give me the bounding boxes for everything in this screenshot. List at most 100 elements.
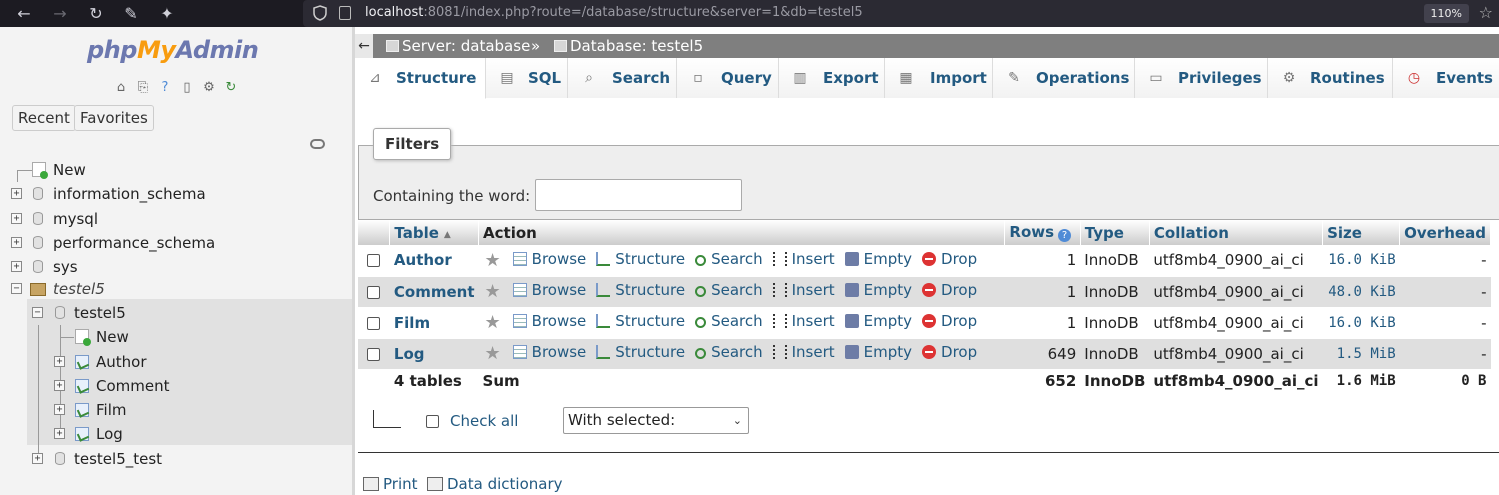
tree-item-db[interactable]: + mysql <box>0 207 350 231</box>
col-type[interactable]: Type <box>1080 220 1150 245</box>
tree-item-table[interactable]: + Comment <box>27 374 352 398</box>
row-checkbox[interactable] <box>367 316 381 330</box>
expand-icon[interactable]: + <box>11 213 22 224</box>
print-link[interactable]: Print <box>363 475 418 493</box>
expand-icon[interactable]: + <box>54 356 65 367</box>
bookmark-star-icon[interactable]: ☆ <box>1479 4 1493 22</box>
tree-item-db[interactable]: + sys <box>0 255 350 279</box>
data-dictionary-link[interactable]: Data dictionary <box>427 475 563 493</box>
tree-item-db[interactable]: + information_schema <box>0 182 350 206</box>
collapse-icon[interactable]: − <box>32 307 43 318</box>
tab-import[interactable]: ▦ Import <box>885 58 993 98</box>
browse-action[interactable]: Browse <box>512 250 586 268</box>
tab-structure[interactable]: ⊿ Structure <box>355 58 486 99</box>
tree-item-new[interactable]: New <box>0 158 350 182</box>
drop-action[interactable]: Drop <box>922 281 977 299</box>
recent-button[interactable]: Recent <box>12 105 76 131</box>
tab-sql[interactable]: ▤ SQL <box>486 58 568 98</box>
settings-gear-icon[interactable]: ⚙ <box>200 79 218 97</box>
check-all-label[interactable]: Check all <box>450 412 518 430</box>
table-name-link[interactable]: Log <box>394 345 425 363</box>
expand-icon[interactable]: + <box>11 188 22 199</box>
col-collation[interactable]: Collation <box>1149 220 1324 245</box>
tree-item-db[interactable]: + testel5_test <box>27 447 352 471</box>
search-action[interactable]: Search <box>695 343 763 361</box>
reload-navigation-icon[interactable]: ↻ <box>222 79 240 97</box>
tree-item-current-db[interactable]: − testel5 <box>27 301 352 325</box>
url-text[interactable]: localhost:8081/index.php?route=/database… <box>365 5 863 20</box>
tab-routines[interactable]: ⚙ Routines <box>1268 58 1393 98</box>
breadcrumb-database[interactable]: Database: testel5 <box>554 34 703 58</box>
logout-icon[interactable]: ⎘ <box>134 79 152 97</box>
table-name-link[interactable]: Comment <box>394 283 475 301</box>
expand-icon[interactable]: + <box>11 237 22 248</box>
favorite-star-icon[interactable]: ★ <box>485 312 501 333</box>
expand-icon[interactable]: + <box>11 261 22 272</box>
drop-action[interactable]: Drop <box>922 343 977 361</box>
tree-item-new-table[interactable]: New <box>27 325 352 349</box>
back-arrow-icon[interactable]: ← <box>13 3 35 25</box>
home-icon[interactable]: ⌂ <box>112 79 130 97</box>
expand-icon[interactable]: + <box>54 380 65 391</box>
help-icon[interactable]: ? <box>1058 229 1072 242</box>
size-link[interactable]: 1.5 MiB <box>1337 346 1396 362</box>
tree-item-db[interactable]: + performance_schema <box>0 231 350 255</box>
tree-item-table[interactable]: + Log <box>27 422 352 446</box>
empty-action[interactable]: Empty <box>844 281 912 299</box>
tree-item-db-group[interactable]: − testel5 <box>0 277 350 301</box>
favorite-star-icon[interactable]: ★ <box>485 250 501 271</box>
wrench-icon[interactable]: ✎ <box>120 3 142 25</box>
col-rows[interactable]: Rows? <box>1004 220 1081 245</box>
address-bar[interactable]: localhost:8081/index.php?route=/database… <box>303 0 1499 27</box>
row-checkbox[interactable] <box>367 347 381 361</box>
col-size[interactable]: Size <box>1322 220 1401 245</box>
tab-query[interactable]: ▫ Query <box>677 58 779 98</box>
tab-privileges[interactable]: ▭ Privileges <box>1135 58 1268 98</box>
tree-item-table[interactable]: + Film <box>27 398 352 422</box>
col-table[interactable]: Table ▲ <box>389 220 480 245</box>
phpmyadmin-logo[interactable]: phpMyAdmin <box>87 36 259 64</box>
drop-action[interactable]: Drop <box>922 250 977 268</box>
structure-action[interactable]: Structure <box>596 281 685 299</box>
with-selected-dropdown[interactable]: With selected: ⌄ <box>563 407 749 434</box>
tab-operations[interactable]: ✎ Operations <box>993 58 1135 98</box>
tab-events[interactable]: ◷ Events <box>1393 58 1499 98</box>
breadcrumb-server[interactable]: Server: database <box>386 34 530 58</box>
expand-icon[interactable]: + <box>54 428 65 439</box>
browse-action[interactable]: Browse <box>512 312 586 330</box>
check-all-checkbox[interactable] <box>426 415 439 428</box>
search-action[interactable]: Search <box>695 281 763 299</box>
row-checkbox[interactable] <box>367 285 381 299</box>
tab-export[interactable]: ▥ Export <box>779 58 885 98</box>
reload-icon[interactable]: ↻ <box>85 3 107 25</box>
filter-input[interactable] <box>535 179 742 211</box>
insert-action[interactable]: Insert <box>772 250 835 268</box>
collapse-icon[interactable]: − <box>11 283 22 294</box>
table-name-link[interactable]: Film <box>394 314 430 332</box>
insert-action[interactable]: Insert <box>772 343 835 361</box>
tab-search[interactable]: ⌕ Search <box>568 58 677 98</box>
row-checkbox[interactable] <box>367 254 381 268</box>
table-name-link[interactable]: Author <box>394 251 452 269</box>
search-action[interactable]: Search <box>695 250 763 268</box>
browse-action[interactable]: Browse <box>512 281 586 299</box>
structure-action[interactable]: Structure <box>596 250 685 268</box>
empty-action[interactable]: Empty <box>844 312 912 330</box>
empty-action[interactable]: Empty <box>844 343 912 361</box>
structure-action[interactable]: Structure <box>596 343 685 361</box>
collapse-nav-arrow-icon[interactable]: ← <box>355 34 373 58</box>
favorites-button[interactable]: Favorites <box>74 105 154 131</box>
link-with-main-icon[interactable] <box>310 139 325 149</box>
browse-action[interactable]: Browse <box>512 343 586 361</box>
zoom-badge[interactable]: 110% <box>1423 4 1469 23</box>
size-link[interactable]: 48.0 KiB <box>1328 284 1395 300</box>
structure-action[interactable]: Structure <box>596 312 685 330</box>
search-action[interactable]: Search <box>695 312 763 330</box>
tree-item-table[interactable]: + Author <box>27 350 352 374</box>
expand-icon[interactable]: + <box>32 453 43 464</box>
extension-icon[interactable]: ✦ <box>156 3 178 25</box>
drop-action[interactable]: Drop <box>922 312 977 330</box>
expand-icon[interactable]: + <box>54 404 65 415</box>
favorite-star-icon[interactable]: ★ <box>485 281 501 302</box>
insert-action[interactable]: Insert <box>772 281 835 299</box>
